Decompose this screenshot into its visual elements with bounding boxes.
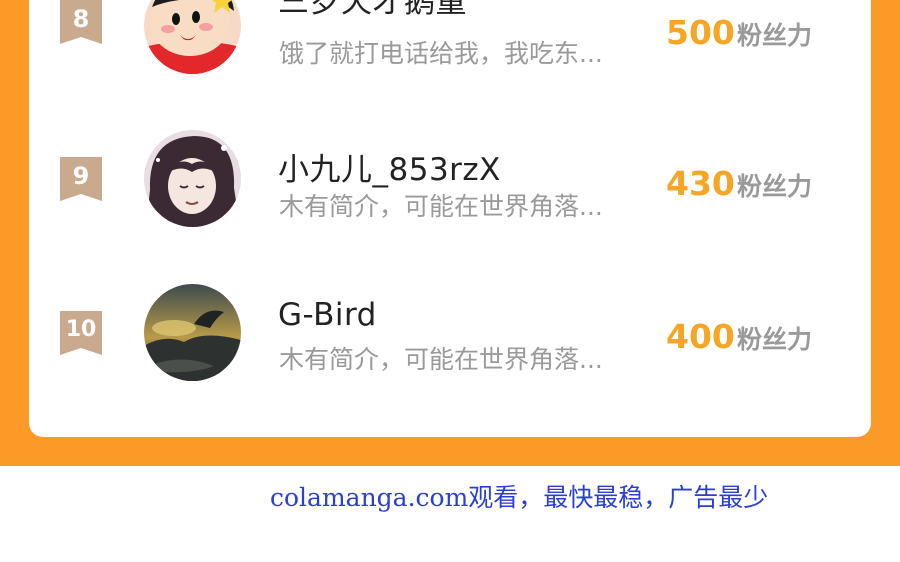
fans-unit-label: 粉丝力 xyxy=(737,21,813,50)
user-name[interactable]: 三岁天才鹅童 xyxy=(278,0,467,21)
site-watermark: colamanga.com观看，最快最稳，广告最少 xyxy=(270,483,769,512)
user-name[interactable]: 小九儿_853rzX xyxy=(278,144,501,189)
fans-count: 400 xyxy=(666,317,735,356)
rank-badge: 10 xyxy=(60,311,102,355)
rank-badge: 9 xyxy=(60,157,102,201)
landscape-avatar-icon[interactable] xyxy=(144,284,241,381)
fans-unit-label: 粉丝力 xyxy=(737,325,813,354)
user-intro: 木有简介，可能在世界角落... xyxy=(279,192,603,221)
fans-ranking-card: 8 三岁天才鹅童 饿了就打电话给我，我吃东... 500 粉丝力 9 小九儿_8… xyxy=(29,0,871,437)
rank-badge: 8 xyxy=(60,0,102,44)
user-name[interactable]: G-Bird xyxy=(278,297,377,333)
fans-unit-label: 粉丝力 xyxy=(737,172,813,201)
cartoon-boy-avatar-icon[interactable] xyxy=(144,0,241,74)
user-intro: 饿了就打电话给我，我吃东... xyxy=(279,39,603,68)
ranking-row[interactable]: 10 G-Bird 木有简介，可能在世界角落... 400 粉丝力 xyxy=(29,283,871,393)
fans-count: 430 xyxy=(666,164,735,203)
fans-count: 500 xyxy=(666,13,735,52)
ranking-row[interactable]: 8 三岁天才鹅童 饿了就打电话给我，我吃东... 500 粉丝力 xyxy=(29,0,871,90)
ranking-row[interactable]: 9 小九儿_853rzX 木有简介，可能在世界角落... 430 粉丝力 xyxy=(29,130,871,240)
user-intro: 木有简介，可能在世界角落... xyxy=(279,345,603,374)
anime-girl-avatar-icon[interactable] xyxy=(144,130,241,227)
